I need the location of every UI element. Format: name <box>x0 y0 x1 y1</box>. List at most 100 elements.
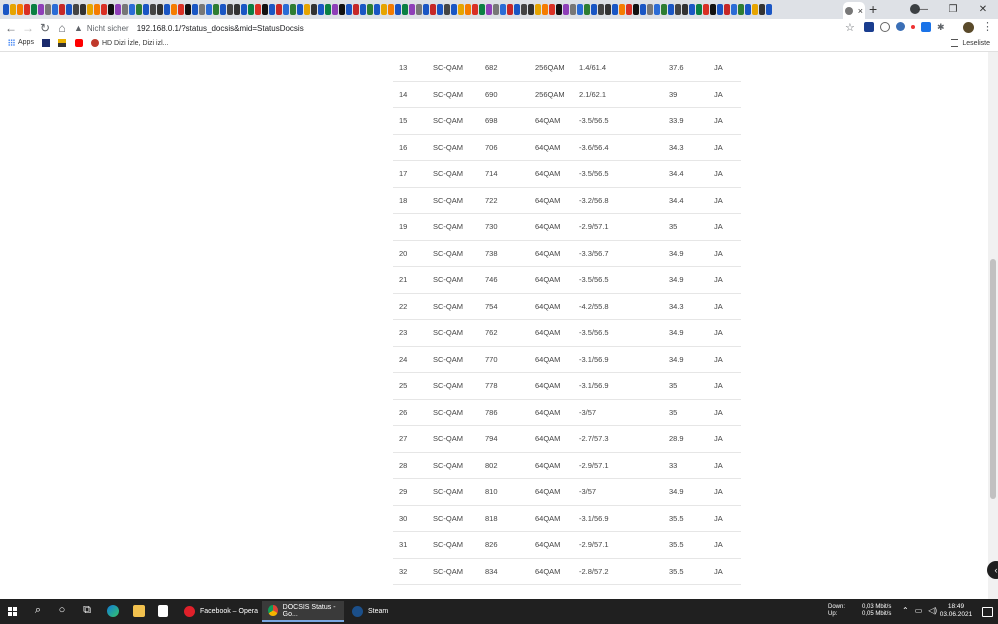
store-icon[interactable] <box>158 605 168 617</box>
bookmark-item[interactable] <box>58 39 66 47</box>
taskbar-task-opera[interactable]: Facebook – Opera <box>178 601 260 622</box>
close-tab-icon[interactable]: × <box>858 6 863 16</box>
pinned-tab-favicon-icon[interactable] <box>325 4 331 15</box>
pinned-tab-favicon-icon[interactable] <box>353 4 359 15</box>
file-explorer-icon[interactable] <box>133 605 145 617</box>
pinned-tab-favicon-icon[interactable] <box>255 4 261 15</box>
menu-dots-icon[interactable]: ⋮ <box>982 20 993 33</box>
pinned-tab-favicon-icon[interactable] <box>31 4 37 15</box>
pinned-tab-favicon-icon[interactable] <box>675 4 681 15</box>
pinned-tab-favicon-icon[interactable] <box>493 4 499 15</box>
cortana-icon[interactable]: ○ <box>55 604 69 616</box>
pinned-tab-favicon-icon[interactable] <box>745 4 751 15</box>
pinned-tab-favicon-icon[interactable] <box>626 4 632 15</box>
reload-icon[interactable]: ↻ <box>38 20 52 36</box>
pinned-tab-favicon-icon[interactable] <box>465 4 471 15</box>
active-tab[interactable]: × <box>843 2 865 19</box>
pinned-tab-favicon-icon[interactable] <box>220 4 226 15</box>
pinned-tab-favicon-icon[interactable] <box>122 4 128 15</box>
pinned-tab-favicon-icon[interactable] <box>577 4 583 15</box>
pinned-tab-favicon-icon[interactable] <box>661 4 667 15</box>
pinned-tab-favicon-icon[interactable] <box>87 4 93 15</box>
pinned-tab-favicon-icon[interactable] <box>605 4 611 15</box>
pinned-tab-favicon-icon[interactable] <box>185 4 191 15</box>
pinned-tab-favicon-icon[interactable] <box>395 4 401 15</box>
pinned-tab-favicon-icon[interactable] <box>73 4 79 15</box>
search-icon[interactable]: ⌕ <box>31 604 45 617</box>
pinned-tab-favicon-icon[interactable] <box>3 4 9 15</box>
pinned-tab-favicon-icon[interactable] <box>633 4 639 15</box>
pinned-tab-favicon-icon[interactable] <box>402 4 408 15</box>
taskbar-task-steam[interactable]: Steam <box>346 601 428 622</box>
pinned-tab-favicon-icon[interactable] <box>444 4 450 15</box>
pinned-tab-favicon-icon[interactable] <box>290 4 296 15</box>
pinned-tab-favicon-icon[interactable] <box>409 4 415 15</box>
pinned-tab-favicon-icon[interactable] <box>528 4 534 15</box>
pinned-tab-favicon-icon[interactable] <box>654 4 660 15</box>
taskbar-task-chrome[interactable]: DOCSIS Status - Go... <box>262 601 344 622</box>
warning-icon[interactable]: ▲ <box>74 23 83 33</box>
pinned-tab-favicon-icon[interactable] <box>514 4 520 15</box>
pinned-tab-favicon-icon[interactable] <box>647 4 653 15</box>
pinned-tab-favicon-icon[interactable] <box>430 4 436 15</box>
pinned-tab-favicon-icon[interactable] <box>549 4 555 15</box>
pinned-tab-favicon-icon[interactable] <box>150 4 156 15</box>
pinned-tab-favicon-icon[interactable] <box>45 4 51 15</box>
pinned-tab-favicon-icon[interactable] <box>38 4 44 15</box>
extension-icon[interactable] <box>880 22 890 32</box>
pinned-tab-favicon-icon[interactable] <box>52 4 58 15</box>
pinned-tab-favicon-icon[interactable] <box>689 4 695 15</box>
pinned-tab-favicon-icon[interactable] <box>584 4 590 15</box>
windows-start-icon[interactable] <box>8 607 17 616</box>
home-icon[interactable]: ⌂ <box>55 20 69 36</box>
puzzle-icon[interactable]: ✱ <box>937 22 947 32</box>
pinned-tab-favicon-icon[interactable] <box>213 4 219 15</box>
bookmark-youtube[interactable] <box>75 39 83 47</box>
pinned-tab-favicon-icon[interactable] <box>752 4 758 15</box>
pinned-tab-favicon-icon[interactable] <box>738 4 744 15</box>
chevron-up-icon[interactable]: ⌃ <box>902 606 909 615</box>
pinned-tab-favicon-icon[interactable] <box>262 4 268 15</box>
task-view-icon[interactable]: ⧉ <box>80 604 94 617</box>
pinned-tab-favicon-icon[interactable] <box>640 4 646 15</box>
pinned-tab-favicon-icon[interactable] <box>94 4 100 15</box>
pinned-tab-favicon-icon[interactable] <box>619 4 625 15</box>
pinned-tab-favicon-icon[interactable] <box>416 4 422 15</box>
bookmark-item[interactable] <box>42 39 50 47</box>
pinned-tab-favicon-icon[interactable] <box>171 4 177 15</box>
pinned-tab-favicon-icon[interactable] <box>157 4 163 15</box>
bookmark-hd-dizi[interactable]: HD Dizi İzle, Dizi izl... <box>91 39 169 47</box>
back-arrow-icon[interactable]: ← <box>4 20 18 36</box>
edge-icon[interactable] <box>107 605 119 617</box>
restore-button[interactable]: ❐ <box>938 4 968 15</box>
pinned-tab-favicon-icon[interactable] <box>521 4 527 15</box>
pinned-tab-favicon-icon[interactable] <box>304 4 310 15</box>
extension-icon[interactable] <box>921 22 931 32</box>
bookmark-apps[interactable]: Apps <box>8 39 34 46</box>
pinned-tab-favicon-icon[interactable] <box>500 4 506 15</box>
pinned-tab-favicon-icon[interactable] <box>570 4 576 15</box>
pinned-tab-favicon-icon[interactable] <box>101 4 107 15</box>
pinned-tab-favicon-icon[interactable] <box>318 4 324 15</box>
url-text[interactable]: 192.168.0.1/?status_docsis&mid=StatusDoc… <box>137 24 304 33</box>
pinned-tab-favicon-icon[interactable] <box>374 4 380 15</box>
pinned-tab-favicon-icon[interactable] <box>346 4 352 15</box>
notification-icon[interactable] <box>982 607 993 617</box>
pinned-tab-favicon-icon[interactable] <box>234 4 240 15</box>
pinned-tab-favicon-icon[interactable] <box>563 4 569 15</box>
extension-icon[interactable] <box>911 25 915 29</box>
pinned-tab-favicon-icon[interactable] <box>108 4 114 15</box>
pinned-tab-favicon-icon[interactable] <box>479 4 485 15</box>
avatar[interactable] <box>963 22 974 33</box>
pinned-tab-favicon-icon[interactable] <box>717 4 723 15</box>
pinned-tab-favicon-icon[interactable] <box>381 4 387 15</box>
security-status[interactable]: Nicht sicher <box>87 24 129 33</box>
pinned-tab-favicon-icon[interactable] <box>17 4 23 15</box>
pinned-tab-favicon-icon[interactable] <box>542 4 548 15</box>
pinned-tab-favicon-icon[interactable] <box>367 4 373 15</box>
pinned-tab-favicon-icon[interactable] <box>332 4 338 15</box>
pinned-tab-favicon-icon[interactable] <box>164 4 170 15</box>
address-bar[interactable]: ▲ Nicht sicher 192.168.0.1/?status_docsi… <box>74 20 864 36</box>
pinned-tab-favicon-icon[interactable] <box>759 4 765 15</box>
pinned-tab-favicon-icon[interactable] <box>388 4 394 15</box>
